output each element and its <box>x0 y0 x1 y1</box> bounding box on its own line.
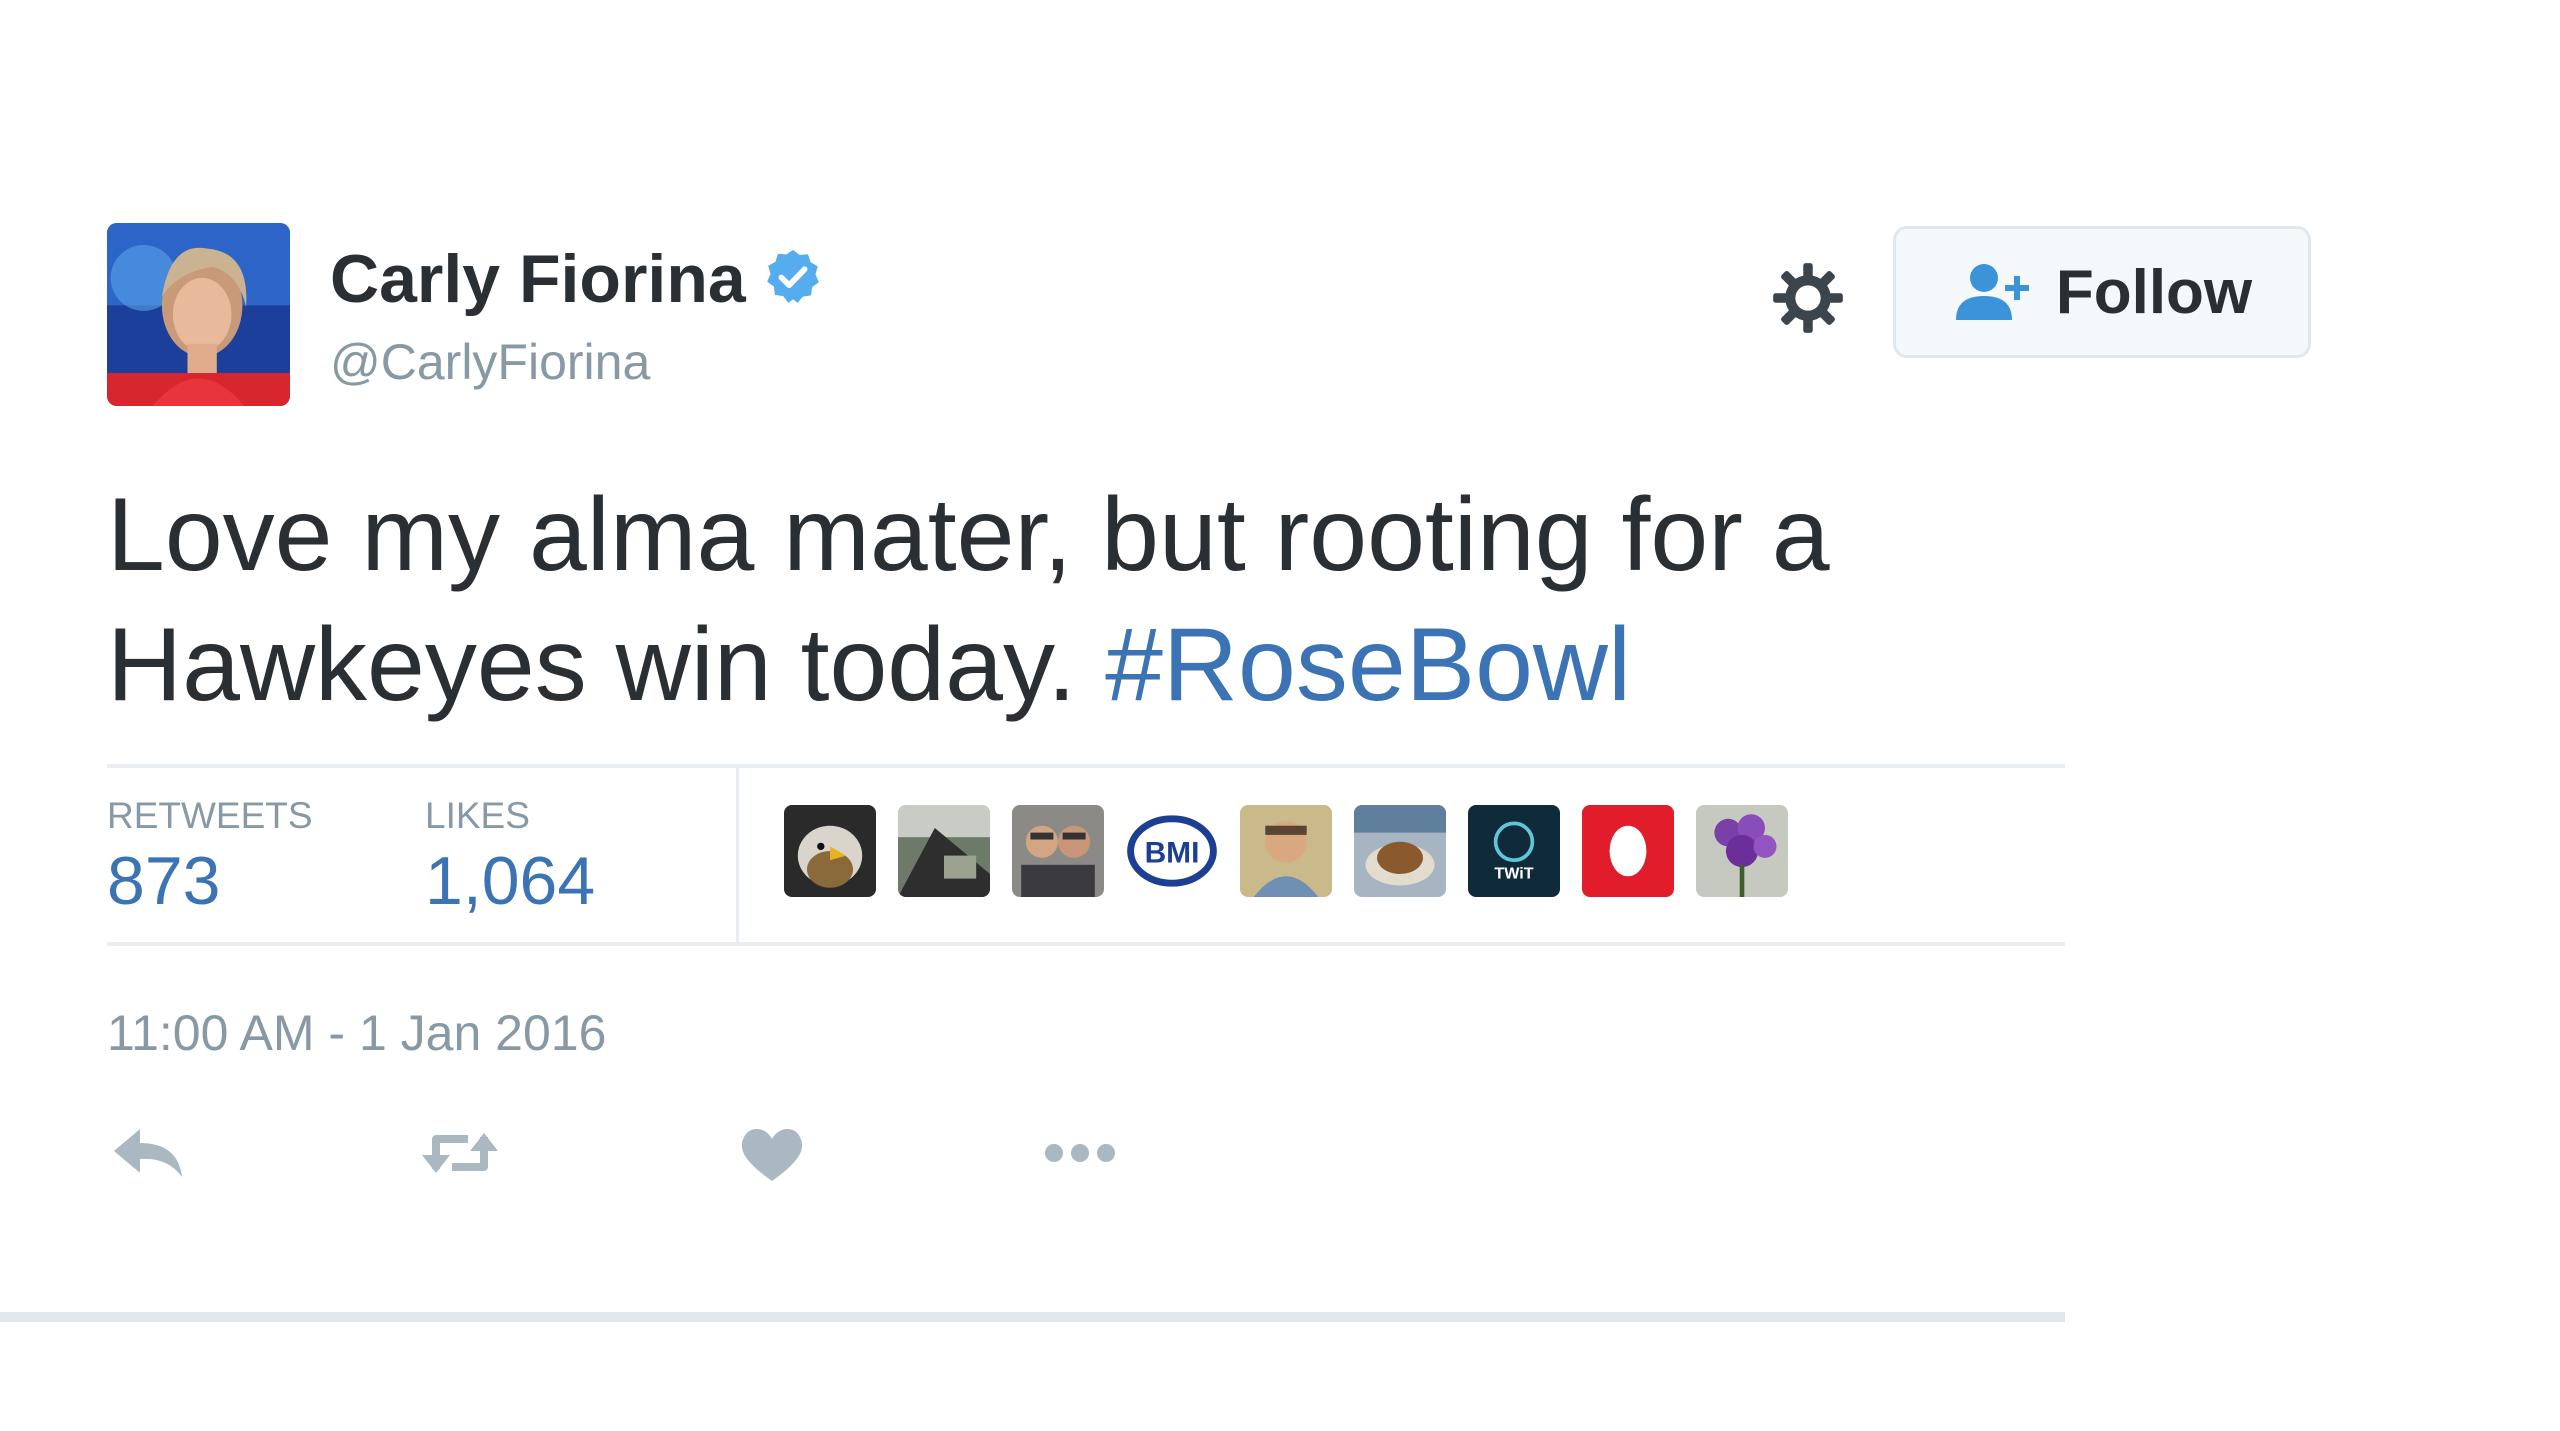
follow-button[interactable]: Follow <box>1893 226 2311 358</box>
more-icon[interactable] <box>1040 1120 1120 1186</box>
tweet-card: Carly Fiorina @CarlyFiorina Follow Love … <box>0 0 2560 1431</box>
liker-purple-flowers-avatar[interactable] <box>1696 805 1788 897</box>
user-handle[interactable]: @CarlyFiorina <box>330 333 650 391</box>
retweet-icon[interactable] <box>420 1120 500 1186</box>
likes-label: LIKES <box>425 795 530 836</box>
hashtag-link[interactable]: #RoseBowl <box>1105 607 1631 723</box>
divider <box>107 942 2065 946</box>
follow-label: Follow <box>2055 257 2253 327</box>
liker-bmi-avatar[interactable]: BMI <box>1126 805 1218 897</box>
tweet-text: Love my alma mater, but rooting for a Ha… <box>107 470 2007 730</box>
liker-food-avatar[interactable] <box>1354 805 1446 897</box>
tweet-timestamp[interactable]: 11:00 AM - 1 Jan 2016 <box>107 1004 606 1062</box>
user-add-icon <box>1955 264 2029 320</box>
likes-count[interactable]: 1,064 <box>425 842 595 920</box>
tweet-text-segment: Hawkeyes win today. <box>107 607 1077 723</box>
liker-twit-avatar[interactable]: TWiT <box>1468 805 1560 897</box>
liker-couple-avatar[interactable] <box>1012 805 1104 897</box>
liker-eagle-avatar[interactable] <box>784 805 876 897</box>
liker-photo-avatar[interactable] <box>898 805 990 897</box>
likers-list: BMI TWiT <box>784 805 1788 897</box>
svg-text:TWiT: TWiT <box>1494 865 1533 883</box>
svg-text:BMI: BMI <box>1145 837 1200 870</box>
liker-man-avatar[interactable] <box>1240 805 1332 897</box>
reply-icon[interactable] <box>108 1120 188 1186</box>
divider <box>107 764 2065 768</box>
stats-divider <box>736 766 739 942</box>
verified-badge-icon <box>767 249 819 303</box>
tweet-text-line: Love my alma mater, but rooting for a <box>107 477 1830 593</box>
gear-icon[interactable] <box>1770 260 1846 336</box>
retweets-count[interactable]: 873 <box>107 842 220 920</box>
liker-red-logo-avatar[interactable] <box>1582 805 1674 897</box>
like-icon[interactable] <box>732 1120 812 1186</box>
divider <box>0 1312 2065 1322</box>
display-name[interactable]: Carly Fiorina <box>330 240 746 318</box>
profile-avatar[interactable] <box>107 223 290 406</box>
retweets-label: RETWEETS <box>107 795 313 836</box>
tweet-text-line: Hawkeyes win today. #RoseBowl <box>107 600 2007 730</box>
